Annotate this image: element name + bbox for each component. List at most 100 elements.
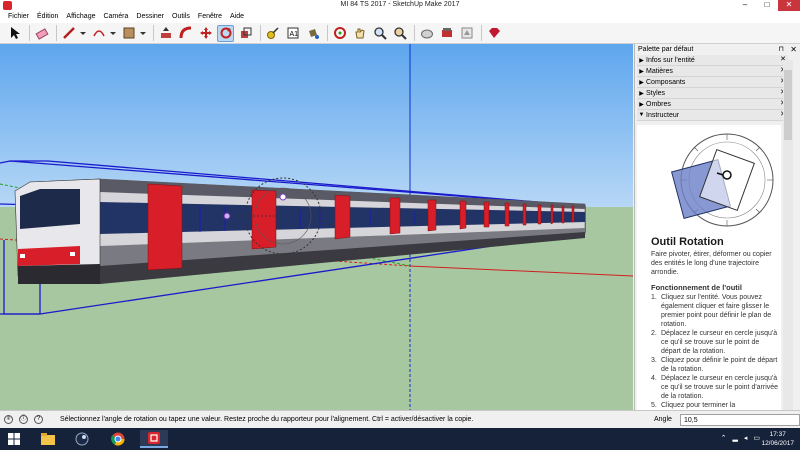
warehouse-tool[interactable]: [418, 25, 435, 42]
tray-styles[interactable]: ▶ Styles ✕: [637, 88, 788, 99]
instructor-step: 4. Déplacez le curseur en cercle jusqu'à …: [651, 375, 779, 400]
instructor-step: 3. Cliquez pour définir le point de dépar…: [651, 357, 778, 373]
hand-icon: [354, 28, 365, 39]
chevron-down-icon[interactable]: [140, 31, 146, 35]
notification-icon[interactable]: ▭: [753, 434, 760, 442]
arrow-icon: [10, 27, 20, 39]
measurements-label: Angle: [654, 416, 672, 423]
credits-icon[interactable]: ⓘ: [19, 415, 28, 424]
rotate-illustration: [670, 133, 774, 227]
zoom-extents-icon: [393, 27, 407, 40]
instructor-step: 2. Déplacez le curseur en cercle jusqu'à …: [651, 330, 778, 355]
minimize-icon[interactable]: –: [734, 0, 756, 11]
expand-icon: ▶: [639, 68, 644, 75]
status-message: Sélectionnez l'angle de rotation ou tape…: [60, 416, 474, 423]
toolbar-separator: [260, 25, 261, 41]
menu-affichage[interactable]: Affichage: [62, 11, 99, 23]
rotate-tool[interactable]: [217, 24, 234, 42]
tray-label: Infos sur l'entité: [646, 56, 695, 64]
rectangle-icon: [123, 27, 134, 39]
orbit-tool[interactable]: [331, 25, 348, 42]
expand-icon: ▶: [639, 101, 644, 108]
scale-tool[interactable]: [237, 25, 254, 42]
text-tool[interactable]: A1: [284, 25, 301, 42]
expand-icon: ▶: [639, 79, 644, 86]
main-toolbar: A1: [0, 23, 800, 44]
extension-warehouse-tool[interactable]: [438, 25, 455, 42]
maximize-icon[interactable]: □: [756, 0, 778, 11]
steam-icon[interactable]: [68, 430, 96, 448]
arc-tool[interactable]: [90, 25, 107, 42]
status-bar: ⌾ ⓘ ? Sélectionnez l'angle de rotation o…: [0, 410, 800, 428]
clock-time: 17:37: [769, 431, 786, 438]
menu-outils[interactable]: Outils: [168, 11, 194, 23]
clock-date: 12/06/2017: [761, 440, 794, 447]
follow-me-tool[interactable]: [177, 25, 194, 42]
zoom-extents-tool[interactable]: [391, 25, 408, 42]
tray-shadows[interactable]: ▶ Ombres ✕: [637, 99, 788, 110]
toolbar-separator: [29, 25, 30, 41]
move-tool[interactable]: [197, 25, 214, 42]
push-pull-tool[interactable]: [157, 25, 174, 42]
magnifier-icon: [373, 27, 387, 40]
paint-bucket-tool[interactable]: [304, 25, 321, 42]
tray-header: Palette par défaut ⊓ ✕: [635, 44, 800, 55]
rectangle-tool[interactable]: [120, 25, 137, 42]
pencil-icon: [62, 27, 75, 39]
geo-icon[interactable]: ⌾: [4, 415, 13, 424]
close-icon[interactable]: ✕: [790, 45, 797, 54]
taskbar-clock[interactable]: 17:37 12/06/2017: [761, 430, 794, 448]
scale-icon: [240, 27, 251, 38]
tray-scrollbar[interactable]: [783, 60, 793, 410]
eraser-tool[interactable]: [33, 25, 50, 42]
svg-text:A1: A1: [289, 31, 298, 38]
instructor-subtitle: Fonctionnement de l'outil: [651, 283, 742, 292]
move-icon: [199, 27, 212, 39]
windows-start-icon[interactable]: [8, 433, 20, 445]
chevron-down-icon[interactable]: [80, 31, 86, 35]
model-viewport[interactable]: [0, 44, 633, 410]
menu-dessiner[interactable]: Dessiner: [132, 11, 168, 23]
close-icon[interactable]: ✕: [778, 0, 800, 11]
toolbar-separator: [153, 25, 154, 41]
menu-fichier[interactable]: Fichier: [4, 11, 33, 23]
chevron-down-icon[interactable]: [110, 31, 116, 35]
chrome-icon[interactable]: [104, 430, 132, 448]
send-to-layout-tool[interactable]: [458, 25, 475, 42]
network-icon[interactable]: ▂: [732, 434, 737, 442]
status-icons: ⌾ ⓘ ?: [4, 415, 49, 424]
layout-icon: [461, 27, 472, 39]
scene-canvas[interactable]: [0, 44, 633, 410]
chevron-up-icon[interactable]: ⌃: [721, 434, 727, 442]
extension-icon: [441, 28, 452, 37]
zoom-tool[interactable]: [371, 25, 388, 42]
help-icon[interactable]: ?: [34, 415, 43, 424]
menu-edition[interactable]: Édition: [33, 11, 62, 23]
tray-title: Palette par défaut: [638, 46, 694, 53]
menu-camera[interactable]: Caméra: [99, 11, 132, 23]
windows-taskbar: ⌃ ▂ ◂ ▭ 17:37 12/06/2017: [0, 428, 800, 450]
window-title: MI 84 TS 2017 - SketchUp Make 2017: [340, 1, 460, 8]
ruby-tool[interactable]: [485, 25, 502, 42]
expand-icon: ▶: [639, 57, 644, 64]
tray-entity-info[interactable]: ▶ Infos sur l'entité ✕: [637, 55, 788, 66]
tray-label: Instructeur: [646, 111, 680, 119]
tray-components[interactable]: ▶ Composants ✕: [637, 77, 788, 88]
tray-instructor[interactable]: ▼ Instructeur ✕: [637, 110, 788, 121]
measurements-input[interactable]: [680, 414, 800, 426]
toolbar-separator: [414, 25, 415, 41]
follow-me-icon: [179, 26, 191, 39]
scrollbar-thumb[interactable]: [784, 70, 792, 140]
tray-materials[interactable]: ▶ Matières ✕: [637, 66, 788, 77]
line-tool[interactable]: [60, 25, 77, 42]
menu-fenetre[interactable]: Fenêtre: [194, 11, 226, 23]
menu-bar: Fichier Édition Affichage Caméra Dessine…: [0, 11, 800, 23]
pin-icon[interactable]: ⊓: [779, 45, 784, 53]
file-explorer-icon[interactable]: [34, 430, 62, 448]
pan-tool[interactable]: [351, 25, 368, 42]
sketchup-icon[interactable]: [140, 430, 168, 448]
volume-icon[interactable]: ◂: [744, 434, 748, 442]
select-tool[interactable]: [6, 25, 23, 42]
menu-aide[interactable]: Aide: [226, 11, 248, 23]
tape-measure-tool[interactable]: [264, 25, 281, 42]
